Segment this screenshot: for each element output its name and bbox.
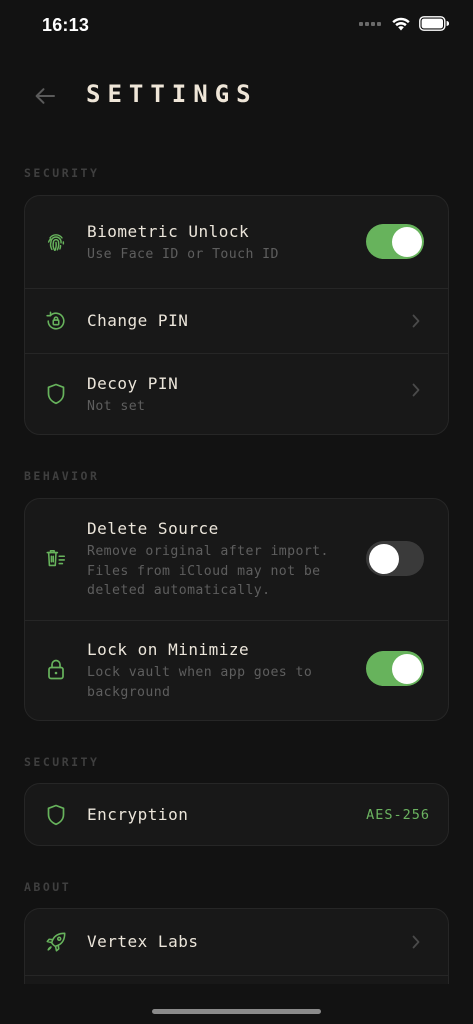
behavior-card: Delete Source Remove original after impo…: [24, 498, 449, 721]
home-indicator[interactable]: [152, 1009, 321, 1014]
chevron-right-icon: [410, 934, 422, 950]
delete-source-subtitle-line: Remove original after import.: [87, 544, 329, 559]
biometric-unlock-title: Biometric Unlock: [87, 222, 250, 241]
lock-on-minimize-subtitle: Lock vault when app goes to background: [87, 663, 312, 702]
decoy-pin-title: Decoy PIN: [87, 374, 179, 393]
shield-icon: [45, 804, 67, 826]
biometric-unlock-subtitle: Use Face ID or Touch ID: [87, 247, 279, 262]
vertex-labs-row[interactable]: Vertex Labs: [25, 909, 448, 975]
chevron-right-icon: [410, 313, 422, 329]
biometric-unlock-row[interactable]: Biometric Unlock Use Face ID or Touch ID: [25, 196, 448, 288]
lock-on-minimize-subtitle-line: Lock vault when app goes to: [87, 665, 313, 680]
change-pin-title: Change PIN: [87, 311, 189, 330]
delete-source-toggle[interactable]: [366, 541, 424, 576]
status-icons: [359, 16, 449, 31]
biometric-unlock-toggle[interactable]: [366, 224, 424, 259]
encryption-row[interactable]: Encryption AES-256: [25, 784, 448, 845]
encryption-value: AES-256: [366, 807, 430, 823]
decoy-pin-subtitle: Not set: [87, 399, 146, 414]
chevron-right-icon: [410, 382, 422, 398]
delete-source-subtitle: Remove original after import. Files from…: [87, 542, 329, 601]
decoy-pin-row[interactable]: Decoy PIN Not set: [25, 354, 448, 434]
rocket-icon: [45, 931, 67, 953]
battery-icon: [419, 16, 449, 31]
section-label-behavior: BEHAVIOR: [24, 469, 100, 483]
delete-source-row[interactable]: Delete Source Remove original after impo…: [25, 499, 448, 620]
divider: [25, 975, 448, 976]
vertex-labs-title: Vertex Labs: [87, 932, 199, 951]
page-title: SETTINGS: [86, 80, 258, 108]
delete-source-subtitle-line: Files from iCloud may not be: [87, 563, 321, 579]
security-card: Biometric Unlock Use Face ID or Touch ID…: [24, 195, 449, 435]
status-bar: 16:13: [0, 0, 473, 54]
fingerprint-icon: [45, 231, 67, 253]
header: SETTINGS: [0, 74, 473, 118]
back-button[interactable]: [32, 84, 58, 108]
section-label-about: ABOUT: [24, 880, 72, 894]
arrow-left-icon: [35, 88, 55, 104]
trash-list-icon: [45, 548, 67, 570]
wifi-icon: [392, 17, 410, 31]
lock-on-minimize-toggle[interactable]: [366, 651, 424, 686]
lock-on-minimize-title: Lock on Minimize: [87, 640, 250, 659]
encryption-title: Encryption: [87, 805, 189, 824]
shield-icon: [45, 383, 67, 405]
signal-icon: [359, 21, 381, 26]
lock-on-minimize-row[interactable]: Lock on Minimize Lock vault when app goe…: [25, 621, 448, 720]
lock-rotate-icon: [45, 310, 67, 332]
delete-source-title: Delete Source: [87, 519, 219, 538]
lock-on-minimize-subtitle-line: background: [87, 684, 171, 700]
lock-icon: [45, 658, 67, 680]
change-pin-row[interactable]: Change PIN: [25, 289, 448, 353]
section-label-security: SECURITY: [24, 166, 100, 180]
status-time: 16:13: [42, 15, 90, 35]
section-label-security: SECURITY: [24, 755, 100, 769]
encryption-card: Encryption AES-256: [24, 783, 449, 846]
delete-source-subtitle-line: deleted automatically.: [87, 583, 271, 598]
bottom-fade: [0, 984, 473, 1024]
